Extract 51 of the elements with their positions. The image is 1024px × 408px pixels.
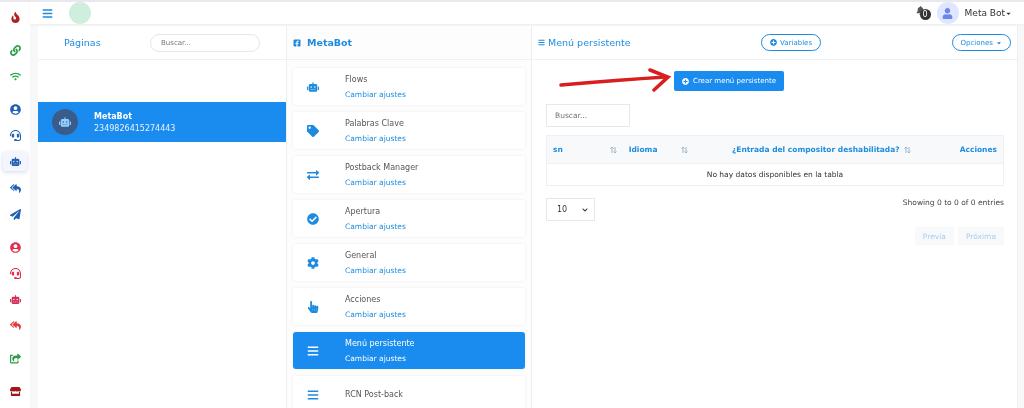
- headset-icon: [9, 267, 21, 279]
- page-size-select[interactable]: 10: [546, 198, 595, 221]
- hand-pointer-icon: [307, 300, 319, 313]
- paper-plane-icon: [9, 208, 21, 220]
- card-title: Postback Manager: [345, 162, 419, 172]
- card-title: RCN Post-back: [345, 390, 403, 399]
- fire-icon: [9, 12, 21, 24]
- avatar: [69, 2, 91, 24]
- panel-title: Menú persistente: [548, 37, 631, 48]
- settings-card[interactable]: RCN Post-back: [293, 376, 525, 408]
- chevron-down-icon: [582, 206, 588, 213]
- card-title: General: [345, 250, 378, 260]
- reply-all-icon: [9, 319, 21, 331]
- wifi-icon: [9, 71, 21, 83]
- menu-icon: [538, 39, 545, 46]
- card-title: Apertura: [345, 206, 382, 216]
- robot-icon: [9, 293, 21, 305]
- user-icon: [9, 241, 21, 253]
- user-menu[interactable]: Meta Bot: [964, 8, 1012, 18]
- menu-icon[interactable]: [42, 7, 53, 19]
- panel-title: Páginas: [64, 37, 101, 48]
- bot-avatar: [52, 109, 78, 135]
- headset-icon: [9, 130, 21, 142]
- page-item[interactable]: MetaBot 2349826415274443: [38, 102, 286, 142]
- share-icon: [9, 352, 21, 364]
- store-icon: [9, 386, 21, 398]
- card-title: Palabras Clave: [345, 118, 405, 128]
- card-title: Menú persistente: [345, 338, 415, 348]
- page-name: MetaBot: [94, 111, 134, 121]
- user-icon: [9, 104, 21, 116]
- caret-icon: [996, 39, 1002, 46]
- card-title: Flows: [345, 74, 369, 84]
- menu-icon: [307, 344, 319, 357]
- gear-icon: [307, 256, 319, 269]
- link-icon: [9, 45, 21, 57]
- plus-icon: [770, 39, 778, 46]
- page-id: 2349826415274443: [94, 123, 176, 133]
- arrows-icon: [307, 168, 319, 181]
- card-title: Acciones: [345, 294, 382, 304]
- panel-title: MetaBot: [307, 37, 353, 48]
- check-icon: [307, 212, 319, 225]
- sidebar-button[interactable]: [3, 152, 27, 172]
- robot-icon: [307, 80, 319, 93]
- robot-icon: [9, 156, 21, 168]
- user-avatar: [936, 2, 959, 24]
- plus-icon: [682, 77, 689, 85]
- reply-all-icon: [9, 182, 21, 194]
- menu-icon: [307, 388, 319, 401]
- notification-badge: 0: [919, 9, 931, 20]
- tag-icon: [307, 124, 319, 137]
- facebook-icon: [293, 38, 301, 47]
